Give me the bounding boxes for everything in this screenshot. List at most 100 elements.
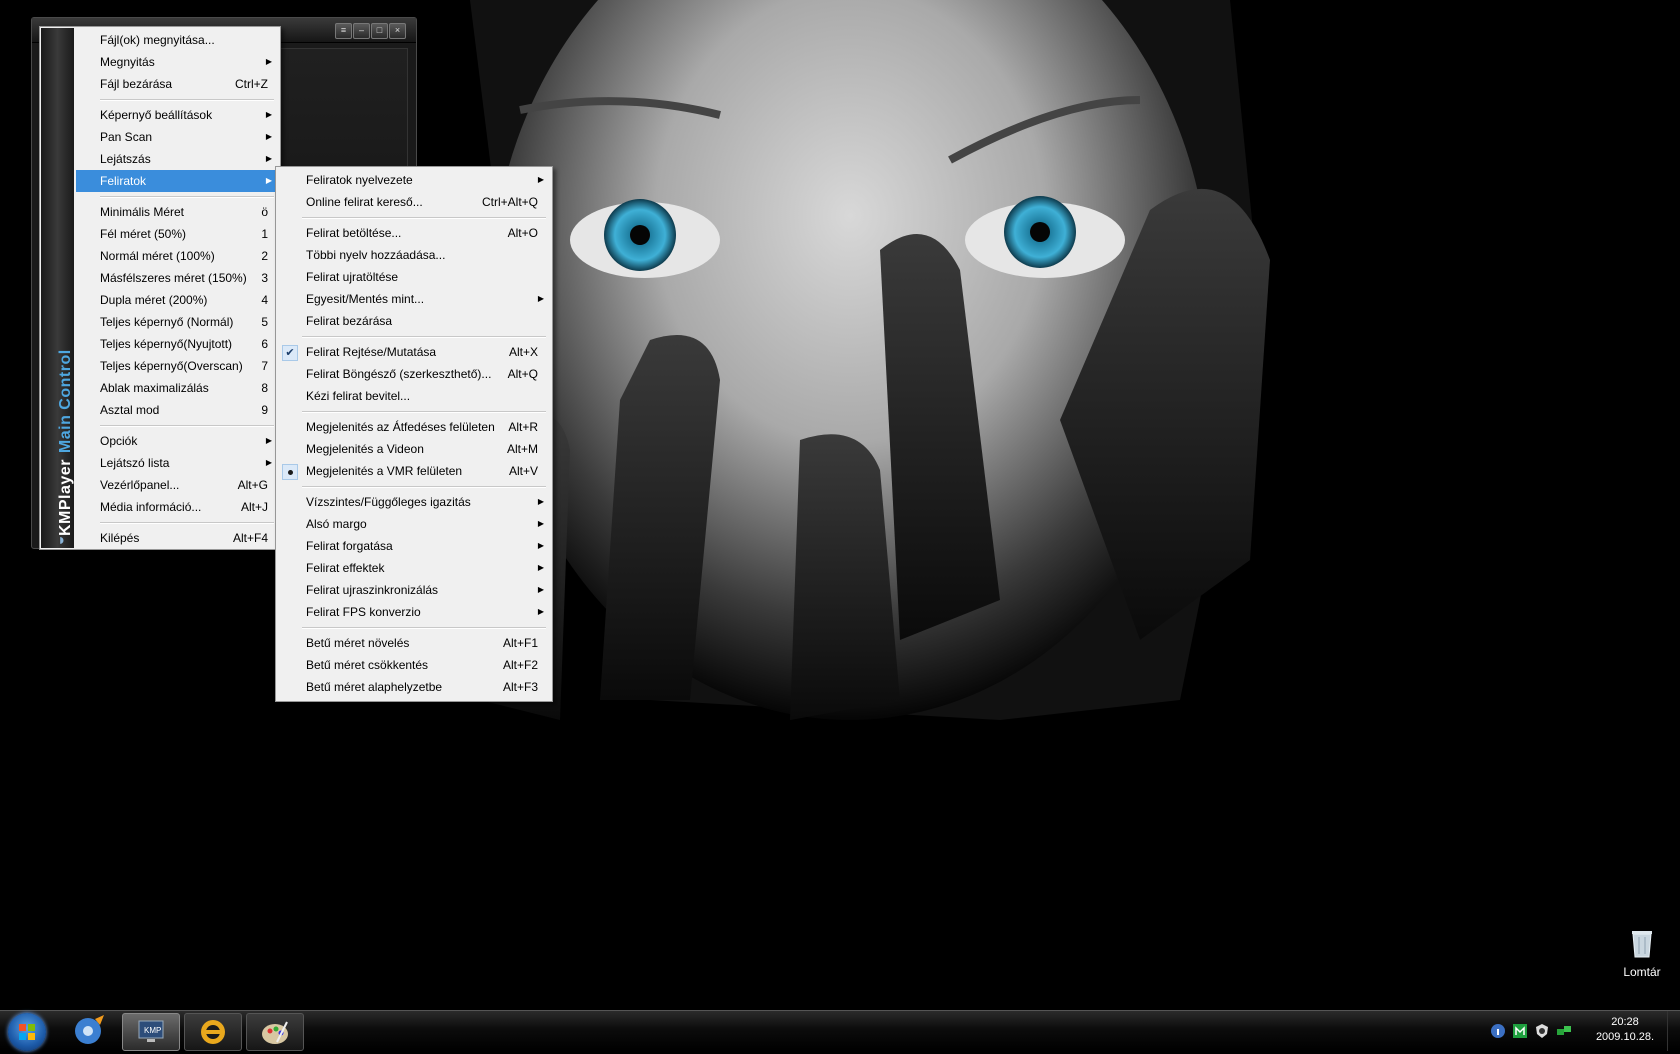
menu-item-label: Teljes képernyő (Normál) [100, 315, 234, 329]
menu-item-label: Fájl(ok) megnyitása... [100, 33, 215, 47]
menu-item-egyesit-mentes-mint[interactable]: Egyesit/Mentés mint... ▶ [278, 288, 550, 310]
menu-item-megjelenites-a-videon[interactable]: Megjelenités a Videon Alt+M [278, 438, 550, 460]
menu-item-teljes-kepernyo-normal[interactable]: Teljes képernyő (Normál) 5 [76, 311, 278, 333]
menu-item-kezi-felirat-bevitel[interactable]: Kézi felirat bevitel... [278, 385, 550, 407]
menu-item-label: Opciók [100, 434, 138, 448]
submenu-arrow-icon: ▶ [537, 541, 544, 550]
menu-item-fajl-ok-megnyitasa[interactable]: Fájl(ok) megnyitása... [76, 29, 278, 51]
menu-icon[interactable]: ≡ [335, 23, 352, 39]
side-brand-text: KMPlayer [57, 459, 74, 536]
menu-item-ablak-maximalizalas[interactable]: Ablak maximalizálás 8 [76, 377, 278, 399]
taskbar-media-player-icon[interactable] [60, 1013, 116, 1049]
menu-item-teljes-kepernyo-overscan[interactable]: Teljes képernyő(Overscan) 7 [76, 355, 278, 377]
taskbar-clock[interactable]: 20:28 2009.10.28. [1588, 1015, 1662, 1045]
menu-item-megjelenites-a-vmr-feluleten[interactable]: Megjelenités a VMR felületen Alt+V [278, 460, 550, 482]
menu-item-label: Asztal mod [100, 403, 160, 417]
submenu-arrow-icon: ▶ [265, 132, 272, 141]
menu-item-felirat-bezarasa[interactable]: Felirat bezárása [278, 310, 550, 332]
menu-item-online-felirat-kereso[interactable]: Online felirat kereső... Ctrl+Alt+Q [278, 191, 550, 213]
tray-security-icon[interactable] [1534, 1023, 1550, 1039]
taskbar-kmplayer-button[interactable]: KMP [122, 1013, 180, 1051]
menu-item-felirat-ujraszinkronizalas[interactable]: Felirat ujraszinkronizálás ▶ [278, 579, 550, 601]
menu-item-label: Kézi felirat bevitel... [306, 389, 411, 403]
menu-item-label: Felirat Rejtése/Mutatása [306, 345, 437, 359]
menu-item-felirat-bongeszo-szerkesztheto[interactable]: Felirat Böngésző (szerkeszthető)... Alt+Q [278, 363, 550, 385]
menu-item-pan-scan[interactable]: Pan Scan ▶ [76, 126, 278, 148]
menu-item-label: Fél méret (50%) [100, 227, 187, 241]
menu-item-shortcut: Alt+J [240, 500, 268, 514]
menu-item-vizszintes-fuggoleges-igazitas[interactable]: Vízszintes/Függőleges igazitás ▶ [278, 491, 550, 513]
taskbar-browser-button[interactable] [184, 1013, 242, 1051]
menu-item-label: Képernyő beállítások [100, 108, 213, 122]
menu-item-label: Betű méret alaphelyzetbe [306, 680, 443, 694]
menu-item-masfelszeres-meret-150[interactable]: Másfélszeres méret (150%) 3 [76, 267, 278, 289]
menu-item-lejatszo-lista[interactable]: Lejátszó lista ▶ [76, 452, 278, 474]
menu-side-banner: ◗ KMPlayer Main Control [41, 28, 74, 549]
maximize-icon[interactable]: □ [371, 23, 388, 39]
menu-item-shortcut: Alt+X [508, 345, 538, 359]
taskbar-paint-button[interactable] [246, 1013, 304, 1051]
menu-item-feliratok-nyelvezete[interactable]: Feliratok nyelvezete ▶ [278, 169, 550, 191]
menu-item-betu-meret-noveles[interactable]: Betű méret növelés Alt+F1 [278, 632, 550, 654]
menu-item-label: Felirat Böngésző (szerkeszthető)... [306, 367, 492, 381]
subtitles-menu-items: Feliratok nyelvezete ▶ Online felirat kere… [278, 169, 550, 698]
menu-item-shortcut: 6 [261, 337, 268, 351]
menu-item-shortcut: 4 [261, 293, 268, 307]
menu-item-normal-meret-100[interactable]: Normál méret (100%) 2 [76, 245, 278, 267]
menu-item-media-informacio[interactable]: Média információ... Alt+J [76, 496, 278, 518]
menu-item-label: Egyesit/Mentés mint... [306, 292, 425, 306]
menu-item-lejatszas[interactable]: Lejátszás ▶ [76, 148, 278, 170]
show-desktop-button[interactable] [1667, 1011, 1680, 1051]
menu-item-minimalis-meret[interactable]: Minimális Méret ö [76, 201, 278, 223]
menu-item-betu-meret-alaphelyzetbe[interactable]: Betű méret alaphelyzetbe Alt+F3 [278, 676, 550, 698]
menu-item-opciok[interactable]: Opciók ▶ [76, 430, 278, 452]
menu-item-label: Vízszintes/Függőleges igazitás [306, 495, 471, 509]
menu-item-asztal-mod[interactable]: Asztal mod 9 [76, 399, 278, 421]
menu-item-shortcut: Alt+Q [507, 367, 538, 381]
start-button[interactable] [8, 1013, 46, 1051]
tray-info-icon[interactable] [1490, 1023, 1506, 1039]
menu-item-label: Lejátszó lista [100, 456, 170, 470]
menu-item-shortcut: Alt+G [237, 478, 268, 492]
menu-item-kilepes[interactable]: Kilépés Alt+F4 [76, 527, 278, 549]
menu-item-label: Alsó margo [306, 517, 367, 531]
menu-item-felirat-fps-konverzio[interactable]: Felirat FPS konverzio ▶ [278, 601, 550, 623]
menu-item-felirat-rejtese-mutatasa[interactable]: ✔ Felirat Rejtése/Mutatása Alt+X [278, 341, 550, 363]
menu-item-felirat-betoltese[interactable]: Felirat betöltése... Alt+O [278, 222, 550, 244]
radio-dot-icon [282, 464, 298, 480]
menu-item-betu-meret-csokkentes[interactable]: Betű méret csökkentés Alt+F2 [278, 654, 550, 676]
menu-item-felirat-effektek[interactable]: Felirat effektek ▶ [278, 557, 550, 579]
menu-item-fel-meret-50[interactable]: Fél méret (50%) 1 [76, 223, 278, 245]
close-icon[interactable]: × [389, 23, 406, 39]
menu-item-felirat-forgatasa[interactable]: Felirat forgatása ▶ [278, 535, 550, 557]
menu-item-label: Felirat bezárása [306, 314, 393, 328]
menu-separator [278, 213, 550, 222]
checkmark-icon: ✔ [282, 345, 298, 361]
svg-text:KMP: KMP [144, 1026, 161, 1035]
menu-item-shortcut: Alt+F4 [232, 531, 268, 545]
minimize-icon[interactable]: – [353, 23, 370, 39]
menu-item-shortcut: Ctrl+Alt+Q [481, 195, 538, 209]
menu-item-dupla-meret-200[interactable]: Dupla méret (200%) 4 [76, 289, 278, 311]
menu-item-teljes-kepernyo-nyujtott[interactable]: Teljes képernyő(Nyujtott) 6 [76, 333, 278, 355]
menu-item-kepernyo-beallitasok[interactable]: Képernyő beállítások ▶ [76, 104, 278, 126]
menu-item-shortcut: 3 [261, 271, 268, 285]
menu-item-felirat-ujratoltese[interactable]: Felirat ujratöltése [278, 266, 550, 288]
menu-item-label: Fájl bezárása [100, 77, 173, 91]
menu-item-label: Megjelenités az Átfedéses felületen [306, 420, 495, 434]
recycle-bin-shortcut[interactable]: Lomtár [1618, 928, 1666, 979]
menu-item-label: Kilépés [100, 531, 140, 545]
submenu-arrow-icon: ▶ [537, 497, 544, 506]
menu-item-megnyitas[interactable]: Megnyitás ▶ [76, 51, 278, 73]
menu-item-shortcut: 1 [261, 227, 268, 241]
menu-item-vezerlopanel[interactable]: Vezérlőpanel... Alt+G [76, 474, 278, 496]
menu-item-fajl-bezarasa[interactable]: Fájl bezárása Ctrl+Z [76, 73, 278, 95]
menu-item-megjelenites-az-atfedeses-feluleten[interactable]: Megjelenités az Átfedéses felületen Alt+R [278, 416, 550, 438]
menu-item-label: Felirat FPS konverzio [306, 605, 421, 619]
menu-item-label: Normál méret (100%) [100, 249, 215, 263]
menu-item-feliratok[interactable]: Feliratok ▶ [76, 170, 278, 192]
menu-item-tobbi-nyelv-hozzaadasa[interactable]: Többi nyelv hozzáadása... [278, 244, 550, 266]
menu-item-also-margo[interactable]: Alsó margo ▶ [278, 513, 550, 535]
tray-network-icon[interactable] [1556, 1023, 1572, 1039]
tray-monitor-icon[interactable] [1512, 1023, 1528, 1039]
